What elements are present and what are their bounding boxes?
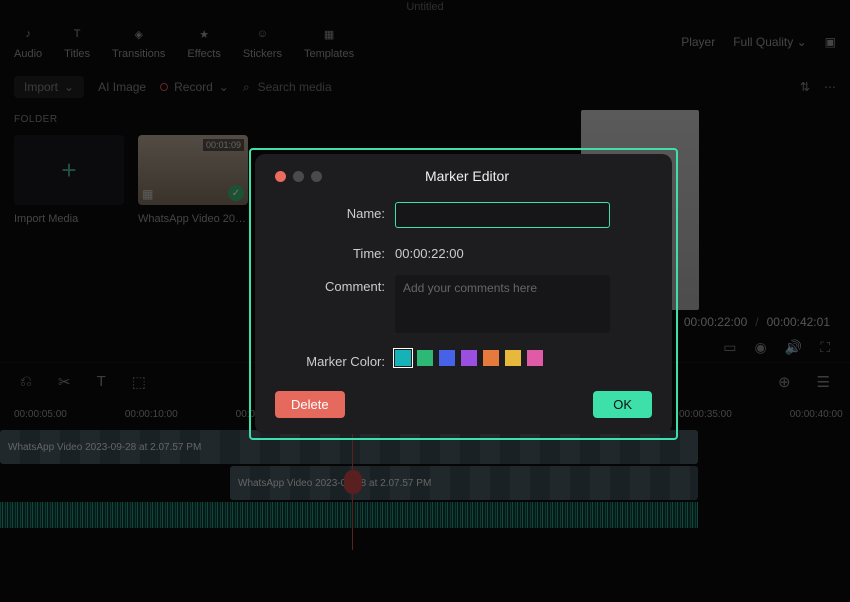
color-swatch-blue[interactable] [439, 350, 455, 366]
color-swatch-pink[interactable] [527, 350, 543, 366]
color-swatch-orange[interactable] [483, 350, 499, 366]
marker-editor-dialog: Marker Editor Name: Time: 00:00:22:00 Co… [255, 154, 672, 434]
marker-name-input[interactable] [395, 202, 610, 228]
marker-time-value: 00:00:22:00 [395, 242, 652, 261]
time-label: Time: [275, 242, 395, 261]
name-label: Name: [275, 202, 395, 221]
color-swatch-purple[interactable] [461, 350, 477, 366]
comment-label: Comment: [275, 275, 395, 294]
ok-button[interactable]: OK [593, 391, 652, 418]
color-swatch-green[interactable] [417, 350, 433, 366]
delete-button[interactable]: Delete [275, 391, 345, 418]
color-label: Marker Color: [275, 350, 395, 369]
color-swatch-yellow[interactable] [505, 350, 521, 366]
dialog-title: Marker Editor [282, 168, 652, 184]
color-swatch-teal[interactable] [395, 350, 411, 366]
marker-comment-input[interactable] [395, 275, 610, 333]
